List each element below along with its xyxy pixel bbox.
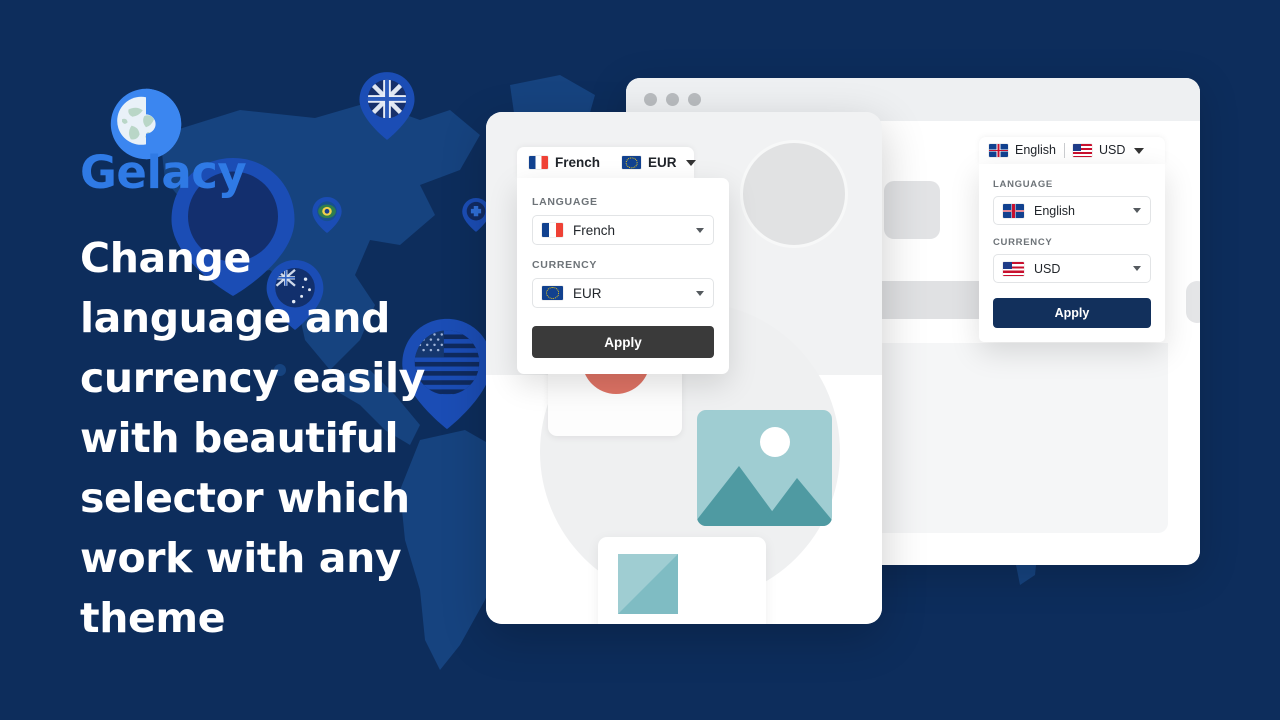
flag-eu-icon — [622, 156, 642, 169]
rear-language-currency-selector: English USD LANGUAGE English CURRENCY US… — [979, 137, 1165, 342]
flag-us-icon — [1003, 261, 1024, 276]
chevron-down-icon[interactable] — [685, 159, 696, 166]
rear-currency-select[interactable]: USD — [993, 254, 1151, 283]
flag-gb-icon — [989, 144, 1008, 157]
front-trigger-language-label: French — [555, 154, 601, 170]
promo-banner: Gelacy Change language and currency easi… — [0, 0, 1280, 720]
mountain-shape-icon — [697, 466, 832, 526]
rear-selector-trigger[interactable]: English USD — [979, 137, 1165, 164]
front-language-value: French — [573, 222, 616, 238]
front-currency-value: EUR — [573, 285, 602, 301]
front-trigger-language[interactable]: French — [529, 156, 600, 170]
chevron-down-icon[interactable] — [1133, 208, 1141, 213]
brand-lockup: Gelacy — [80, 84, 340, 199]
thumbnail-placeholder — [618, 554, 678, 614]
chevron-down-icon[interactable] — [696, 227, 704, 233]
rear-language-value: English — [1034, 203, 1075, 218]
flag-eu-icon — [542, 286, 563, 300]
avatar — [740, 140, 848, 248]
document-card-placeholder — [598, 537, 766, 624]
front-trigger-currency[interactable]: EUR — [622, 156, 677, 170]
rear-selector-panel: LANGUAGE English CURRENCY USD Apply — [979, 164, 1165, 342]
content-placeholder-block — [884, 181, 940, 239]
front-language-label: LANGUAGE — [532, 196, 598, 208]
chevron-down-icon[interactable] — [1133, 266, 1141, 271]
rear-language-label: LANGUAGE — [993, 179, 1053, 190]
front-currency-select[interactable]: EUR — [532, 278, 714, 308]
rear-language-select[interactable]: English — [993, 196, 1151, 225]
front-selector-panel: LANGUAGE French CURRENCY EUR Apply — [517, 178, 729, 374]
chevron-down-icon[interactable] — [696, 290, 704, 296]
brand-name: Gelacy — [80, 146, 247, 199]
rear-apply-button[interactable]: Apply — [993, 298, 1151, 328]
front-language-currency-selector: French EUR LANGUAGE French CURRENCY EUR … — [517, 147, 729, 374]
close-dot[interactable] — [644, 93, 657, 106]
rear-trigger-currency-label: USD — [1099, 143, 1126, 158]
maximize-dot[interactable] — [688, 93, 701, 106]
flag-us-icon — [1073, 144, 1092, 157]
rear-currency-label: CURRENCY — [993, 237, 1053, 248]
rear-trigger-language-label: English — [1015, 143, 1056, 158]
flag-fr-icon — [542, 223, 563, 237]
front-currency-label: CURRENCY — [532, 259, 598, 271]
flag-fr-icon — [529, 156, 548, 169]
minimize-dot[interactable] — [666, 93, 679, 106]
page-title: Change language and currency easily with… — [80, 234, 425, 642]
image-placeholder-icon — [697, 410, 832, 526]
trigger-divider — [1064, 143, 1065, 158]
rear-trigger-currency[interactable]: USD — [1073, 144, 1125, 157]
front-trigger-currency-label: EUR — [648, 154, 677, 170]
front-selector-trigger[interactable]: French EUR — [517, 147, 696, 178]
flag-gb-icon — [1003, 203, 1024, 218]
front-apply-button[interactable]: Apply — [532, 326, 714, 358]
front-language-select[interactable]: French — [532, 215, 714, 245]
rear-currency-value: USD — [1034, 261, 1061, 276]
content-placeholder-nub — [1186, 281, 1200, 323]
rear-trigger-language[interactable]: English — [989, 144, 1056, 157]
chevron-down-icon[interactable] — [1134, 147, 1145, 154]
pin-united-kingdom — [359, 72, 415, 140]
